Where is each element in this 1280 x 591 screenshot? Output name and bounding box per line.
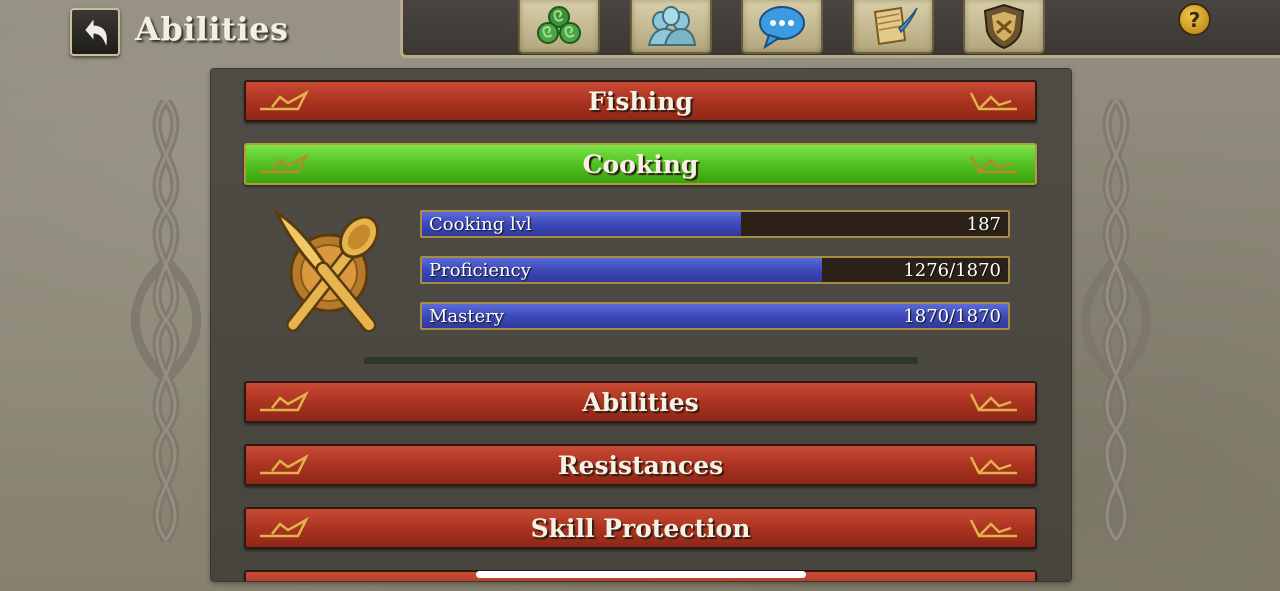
page-title: Abilities: [135, 10, 289, 48]
back-button[interactable]: [70, 8, 120, 56]
scroll-quill-icon: [873, 6, 918, 46]
crossed-knife-spoon-icon: [273, 209, 380, 333]
stat-bar-proficiency: Proficiency 1276/1870: [420, 256, 1010, 284]
flourish-left-icon: [260, 516, 309, 538]
stat-label: Cooking lvl: [429, 214, 532, 235]
spiral-rune-icon: [537, 6, 581, 44]
flourish-left-icon: [260, 152, 309, 174]
section-divider: [364, 357, 918, 364]
flourish-left-icon: [260, 453, 309, 475]
nav-scroll-button[interactable]: [852, 0, 934, 54]
flourish-right-icon: [969, 393, 1017, 412]
section-abilities[interactable]: Abilities: [244, 381, 1037, 423]
top-nav-bar: ?: [400, 0, 1280, 58]
back-arrow-icon: [85, 19, 107, 46]
section-label: Cooking: [582, 149, 699, 179]
flourish-right-icon: [969, 92, 1017, 111]
home-indicator[interactable]: [476, 571, 806, 578]
stat-bar-cooking-level: Cooking lvl 187: [420, 210, 1010, 238]
left-knot-ornament: [130, 100, 202, 543]
section-label: Fishing: [588, 86, 693, 116]
flourish-right-icon: [969, 519, 1017, 538]
flourish-right-icon: [969, 456, 1017, 475]
section-resistances[interactable]: Resistances: [244, 444, 1037, 486]
stat-bar-mastery: Mastery 1870/1870: [420, 302, 1010, 330]
nav-crest-button[interactable]: [963, 0, 1045, 54]
section-skill-protection[interactable]: Skill Protection: [244, 507, 1037, 549]
section-label: Resistances: [557, 450, 724, 480]
crest-shield-icon: [983, 3, 1025, 50]
flourish-left-icon: [260, 390, 309, 412]
chat-bubble-icon: [759, 6, 805, 49]
section-cooking[interactable]: Cooking: [244, 143, 1037, 185]
group-icon: [647, 6, 697, 46]
section-label: Abilities: [582, 387, 699, 417]
stat-value: 187: [966, 214, 1001, 235]
nav-spiral-button[interactable]: [518, 0, 600, 54]
stat-value: 1870/1870: [903, 306, 1001, 327]
stat-label: Proficiency: [429, 260, 531, 281]
section-label: Skill Protection: [530, 513, 751, 543]
nav-chat-button[interactable]: [741, 0, 823, 54]
flourish-left-icon: [260, 89, 309, 111]
right-knot-ornament: [1080, 100, 1152, 543]
flourish-right-icon: [969, 155, 1017, 174]
title-area: Abilities: [0, 0, 400, 58]
stat-value: 1276/1870: [903, 260, 1001, 281]
abilities-panel: Fishing Cooking Cooking lvl 187 Proficie…: [211, 69, 1071, 581]
nav-group-button[interactable]: [630, 0, 712, 54]
section-fishing[interactable]: Fishing: [244, 80, 1037, 122]
stat-label: Mastery: [429, 306, 505, 327]
help-button[interactable]: ?: [1178, 3, 1211, 36]
